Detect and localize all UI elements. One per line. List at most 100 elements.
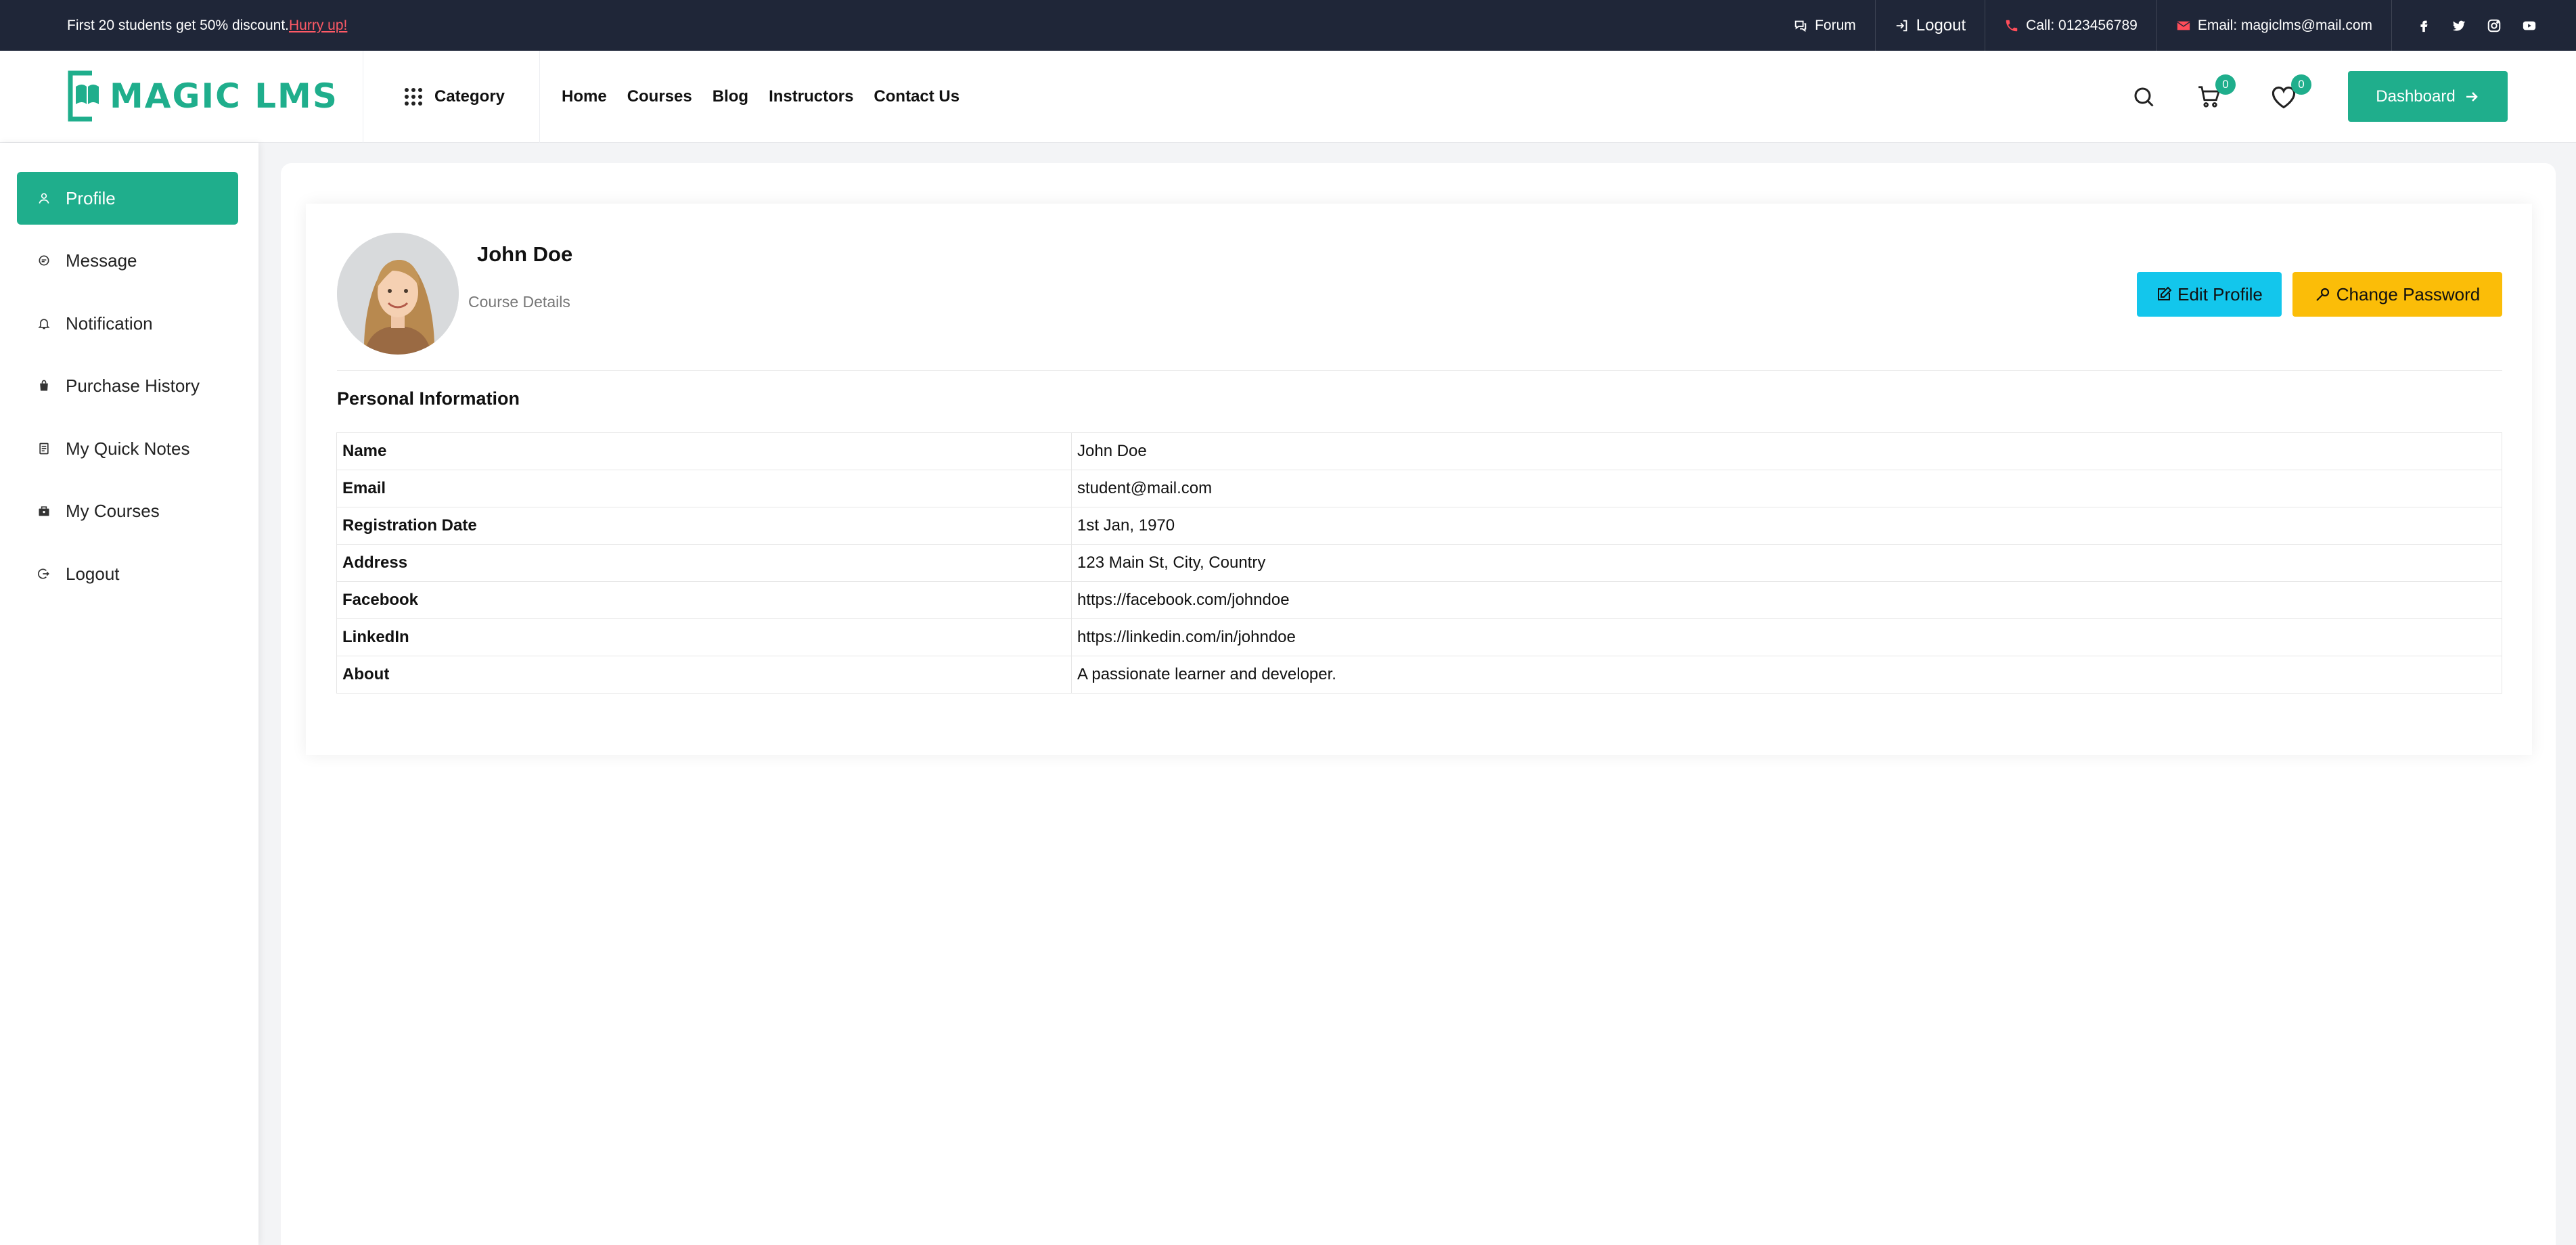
table-row: About A passionate learner and developer… <box>336 656 2502 694</box>
table-key: Facebook <box>336 581 1072 619</box>
table-value: John Doe <box>1071 432 2502 470</box>
cart-button[interactable]: 0 <box>2196 51 2236 143</box>
facebook-icon[interactable] <box>2416 18 2431 33</box>
table-value: https://linkedin.com/in/johndoe <box>1071 618 2502 656</box>
dashboard-button[interactable]: Dashboard <box>2348 71 2508 122</box>
nav-contact-us[interactable]: Contact Us <box>874 87 959 106</box>
heart-icon: 0 <box>2269 74 2311 110</box>
chat-icon <box>37 254 51 267</box>
edit-profile-label: Edit Profile <box>2177 284 2263 304</box>
profile-name: John Doe <box>477 242 573 266</box>
sidebar-item-label: Purchase History <box>66 375 200 396</box>
table-value: 123 Main St, City, Country <box>1071 544 2502 582</box>
header-divider <box>539 51 540 143</box>
arrow-right-icon <box>2464 89 2480 105</box>
edit-icon <box>2156 286 2172 302</box>
nav-blog[interactable]: Blog <box>713 87 748 106</box>
sidebar-item-quick-notes[interactable]: My Quick Notes <box>17 422 238 475</box>
table-row: Address 123 Main St, City, Country <box>336 544 2502 582</box>
site-logo[interactable]: MAGIC LMS <box>65 69 338 123</box>
courses-icon <box>37 504 51 518</box>
grid-icon <box>403 87 424 107</box>
site-header: MAGIC LMS Category Home Courses Blog Ins… <box>0 51 2576 143</box>
call-info[interactable]: Call: 0123456789 <box>1985 0 2156 51</box>
main-nav: Home Courses Blog Instructors Contact Us <box>562 51 959 143</box>
sidebar-item-my-courses[interactable]: My Courses <box>17 484 238 537</box>
sidebar-item-label: Notification <box>66 313 153 334</box>
nav-instructors[interactable]: Instructors <box>769 87 853 106</box>
envelope-icon <box>2176 18 2191 33</box>
table-key: Address <box>336 544 1072 582</box>
category-label: Category <box>434 87 505 106</box>
sidebar-item-label: My Courses <box>66 500 160 521</box>
change-password-button[interactable]: Change Password <box>2292 272 2502 317</box>
book-logo-icon <box>65 69 103 123</box>
logout-icon <box>37 567 51 581</box>
table-key: About <box>336 656 1072 694</box>
table-row: Name John Doe <box>336 432 2502 470</box>
sidebar-item-label: Logout <box>66 563 120 584</box>
key-icon <box>2315 286 2331 302</box>
instagram-icon[interactable] <box>2487 18 2502 33</box>
phone-icon <box>2004 18 2019 33</box>
email-label: Email: magiclms@mail.com <box>2197 17 2372 33</box>
sidebar-item-purchase-history[interactable]: Purchase History <box>17 359 238 412</box>
dashboard-label: Dashboard <box>2376 87 2456 106</box>
table-row: Registration Date 1st Jan, 1970 <box>336 507 2502 545</box>
bell-icon <box>37 317 51 330</box>
top-logout-link[interactable]: Logout <box>1874 0 1985 51</box>
search-icon <box>2131 85 2156 109</box>
wishlist-count-badge: 0 <box>2291 74 2311 95</box>
sidebar-item-label: Message <box>66 250 137 271</box>
search-button[interactable] <box>2131 51 2156 143</box>
personal-information-table: Name John Doe Email student@mail.com Reg… <box>336 432 2502 694</box>
top-bar-actions: Forum Logout Call: 0123456789 Email: mag… <box>1774 0 2576 51</box>
table-key: Name <box>336 432 1072 470</box>
twitter-icon[interactable] <box>2451 18 2466 33</box>
sidebar-item-profile[interactable]: Profile <box>17 172 238 225</box>
social-links <box>2391 0 2576 51</box>
promo-text: First 20 students get 50% discount. <box>67 17 290 33</box>
table-value: student@mail.com <box>1071 470 2502 507</box>
table-row: LinkedIn https://linkedin.com/in/johndoe <box>336 618 2502 656</box>
sidebar-item-label: Profile <box>66 187 116 208</box>
table-key: LinkedIn <box>336 618 1072 656</box>
edit-profile-button[interactable]: Edit Profile <box>2137 272 2282 317</box>
profile-divider <box>337 370 2502 371</box>
forum-label: Forum <box>1815 17 1856 33</box>
table-value: https://facebook.com/johndoe <box>1071 581 2502 619</box>
cart-icon: 0 <box>2196 74 2236 110</box>
table-value: 1st Jan, 1970 <box>1071 507 2502 545</box>
table-key: Registration Date <box>336 507 1072 545</box>
sidebar-item-message[interactable]: Message <box>17 234 238 287</box>
avatar <box>337 233 459 355</box>
category-menu-button[interactable]: Category <box>403 51 505 143</box>
top-logout-label: Logout <box>1916 16 1966 35</box>
sidebar-item-logout[interactable]: Logout <box>17 547 238 600</box>
table-value: A passionate learner and developer. <box>1071 656 2502 694</box>
wishlist-button[interactable]: 0 <box>2269 51 2311 143</box>
forum-link[interactable]: Forum <box>1774 0 1875 51</box>
top-announcement-bar: First 20 students get 50% discount. Hurr… <box>0 0 2576 51</box>
profile-subtitle: Course Details <box>468 293 570 311</box>
email-info[interactable]: Email: magiclms@mail.com <box>2156 0 2391 51</box>
nav-home[interactable]: Home <box>562 87 607 106</box>
nav-courses[interactable]: Courses <box>627 87 692 106</box>
sidebar-item-notification[interactable]: Notification <box>17 297 238 350</box>
promo-link[interactable]: Hurry up! <box>289 18 347 34</box>
youtube-icon[interactable] <box>2522 18 2537 33</box>
table-key: Email <box>336 470 1072 507</box>
table-row: Email student@mail.com <box>336 470 2502 507</box>
notes-icon <box>37 442 51 455</box>
cart-count-badge: 0 <box>2215 74 2236 95</box>
forum-icon <box>1793 18 1808 33</box>
logo-text: MAGIC LMS <box>110 76 338 116</box>
user-icon <box>37 191 51 205</box>
login-arrow-icon <box>1895 18 1910 33</box>
promo-banner: First 20 students get 50% discount. Hurr… <box>67 0 347 51</box>
table-row: Facebook https://facebook.com/johndoe <box>336 581 2502 619</box>
bag-icon <box>37 379 51 392</box>
personal-information-heading: Personal Information <box>337 388 520 409</box>
sidebar-item-label: My Quick Notes <box>66 438 190 459</box>
call-label: Call: 0123456789 <box>2026 17 2138 33</box>
